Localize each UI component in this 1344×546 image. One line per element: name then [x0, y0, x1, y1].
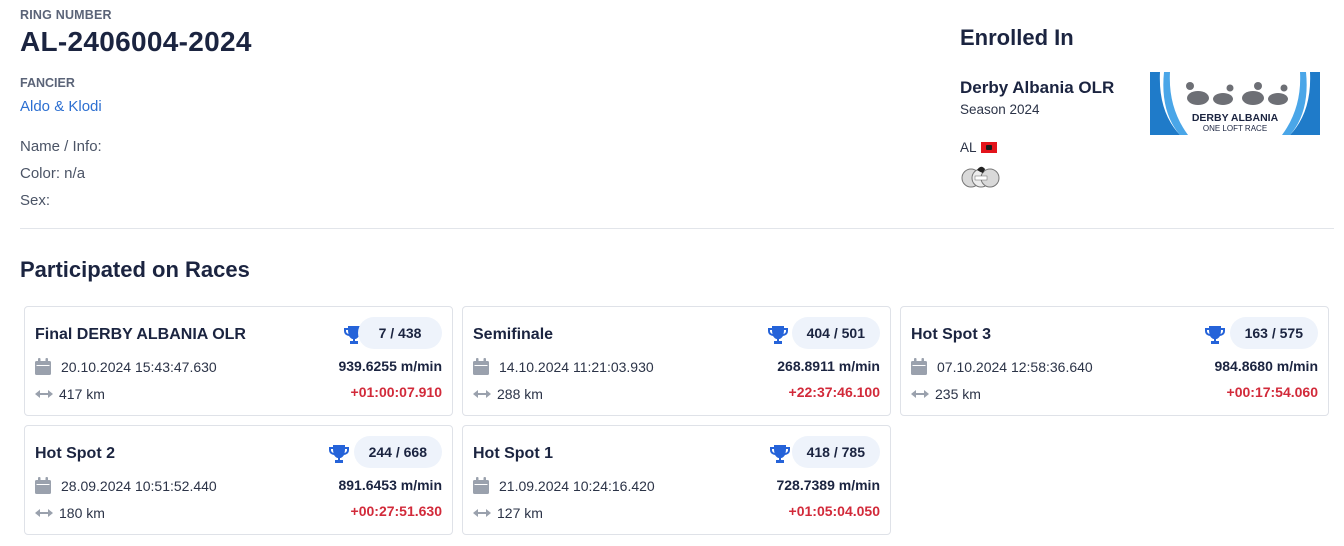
season: Season 2024: [960, 102, 1040, 117]
race-card[interactable]: Hot Spot 1 418 / 785 21.09.2024 10:24:16…: [462, 425, 891, 535]
race-date-row: 21.09.2024 10:24:16.420: [473, 477, 655, 494]
race-date: 21.09.2024 10:24:16.420: [499, 477, 655, 494]
race-date: 07.10.2024 12:58:36.640: [937, 358, 1093, 375]
color-info: Color: n/a: [20, 165, 86, 182]
race-card[interactable]: Semifinale 404 / 501 14.10.2024 11:21:03…: [462, 306, 891, 416]
svg-text:DERBY ALBANIA: DERBY ALBANIA: [1192, 112, 1279, 124]
svg-text:ONE LOFT RACE: ONE LOFT RACE: [1203, 124, 1267, 133]
pigeon-header: RING NUMBER AL-2406004-2024 FANCIER Aldo…: [20, 0, 1334, 229]
rank-badge: 418 / 785: [791, 436, 880, 468]
race-delay: +01:05:04.050: [788, 503, 880, 519]
race-delay: +22:37:46.100: [788, 384, 880, 400]
calendar-icon: [473, 477, 489, 494]
race-card[interactable]: Hot Spot 3 163 / 575 07.10.2024 12:58:36…: [900, 306, 1329, 416]
ring-number: AL-2406004-2024: [20, 26, 252, 57]
sex-info: Sex:: [20, 192, 51, 209]
race-date-row: 20.10.2024 15:43:47.630: [35, 358, 217, 375]
race-date: 20.10.2024 15:43:47.630: [61, 358, 217, 375]
race-distance-row: 417 km: [35, 386, 105, 402]
enrolled-title: Enrolled In: [960, 25, 1074, 50]
distance-arrows-icon: [911, 390, 929, 398]
distance-arrows-icon: [473, 390, 491, 398]
trophy-icon: [768, 326, 788, 344]
race-distance: 417 km: [59, 386, 105, 402]
race-speed: 984.8680 m/min: [1214, 358, 1318, 374]
country: AL: [960, 140, 997, 155]
race-name[interactable]: Hot Spot 2: [35, 445, 115, 463]
name-info: Name / Info:: [20, 138, 102, 155]
distance-arrows-icon: [35, 509, 53, 517]
race-distance-row: 288 km: [473, 386, 543, 402]
trophy-icon: [329, 445, 349, 463]
country-code: AL: [960, 140, 977, 155]
rank-badge: 7 / 438: [358, 317, 442, 349]
race-speed: 728.7389 m/min: [776, 477, 880, 493]
race-speed: 268.8911 m/min: [777, 358, 880, 374]
race-name[interactable]: Hot Spot 1: [473, 445, 553, 463]
race-distance-row: 235 km: [911, 386, 981, 402]
race-date-row: 07.10.2024 12:58:36.640: [911, 358, 1093, 375]
race-name[interactable]: Hot Spot 3: [911, 326, 991, 344]
ring-number-label: RING NUMBER: [20, 8, 112, 22]
race-distance: 235 km: [935, 386, 981, 402]
albania-flag-icon: [980, 142, 997, 153]
race-date-row: 14.10.2024 11:21:03.930: [473, 358, 654, 375]
derby-albania-logo[interactable]: DERBY ALBANIA ONE LOFT RACE: [1150, 72, 1320, 135]
race-name[interactable]: Final DERBY ALBANIA OLR: [35, 326, 246, 344]
race-delay: +01:00:07.910: [350, 384, 442, 400]
race-distance: 180 km: [59, 505, 105, 521]
calendar-icon: [911, 358, 927, 375]
race-distance-row: 180 km: [35, 505, 105, 521]
rank-badge: 244 / 668: [353, 436, 442, 468]
race-speed: 939.6255 m/min: [338, 358, 442, 374]
distance-arrows-icon: [473, 509, 491, 517]
derby-name-link[interactable]: Derby Albania OLR: [960, 78, 1114, 98]
race-speed: 891.6453 m/min: [338, 477, 442, 493]
race-date-row: 28.09.2024 10:51:52.440: [35, 477, 217, 494]
race-card[interactable]: Hot Spot 2 244 / 668 28.09.2024 10:51:52…: [24, 425, 453, 535]
calendar-icon: [35, 477, 51, 494]
race-name[interactable]: Semifinale: [473, 326, 553, 344]
race-date: 28.09.2024 10:51:52.440: [61, 477, 217, 494]
race-delay: +00:27:51.630: [350, 503, 442, 519]
race-distance-row: 127 km: [473, 505, 543, 521]
federation-logo-icon: [961, 166, 1000, 188]
race-date: 14.10.2024 11:21:03.930: [499, 358, 654, 375]
rank-badge: 404 / 501: [791, 317, 880, 349]
race-distance: 288 km: [497, 386, 543, 402]
fancier-link[interactable]: Aldo & Klodi: [20, 98, 102, 115]
trophy-icon: [770, 445, 790, 463]
rank-badge: 163 / 575: [1229, 317, 1318, 349]
races-section-title: Participated on Races: [20, 257, 250, 282]
calendar-icon: [473, 358, 489, 375]
race-card[interactable]: Final DERBY ALBANIA OLR 7 / 438 20.10.20…: [24, 306, 453, 416]
race-delay: +00:17:54.060: [1226, 384, 1318, 400]
race-distance: 127 km: [497, 505, 543, 521]
distance-arrows-icon: [35, 390, 53, 398]
trophy-icon: [1205, 326, 1225, 344]
fancier-label: FANCIER: [20, 76, 75, 90]
calendar-icon: [35, 358, 51, 375]
